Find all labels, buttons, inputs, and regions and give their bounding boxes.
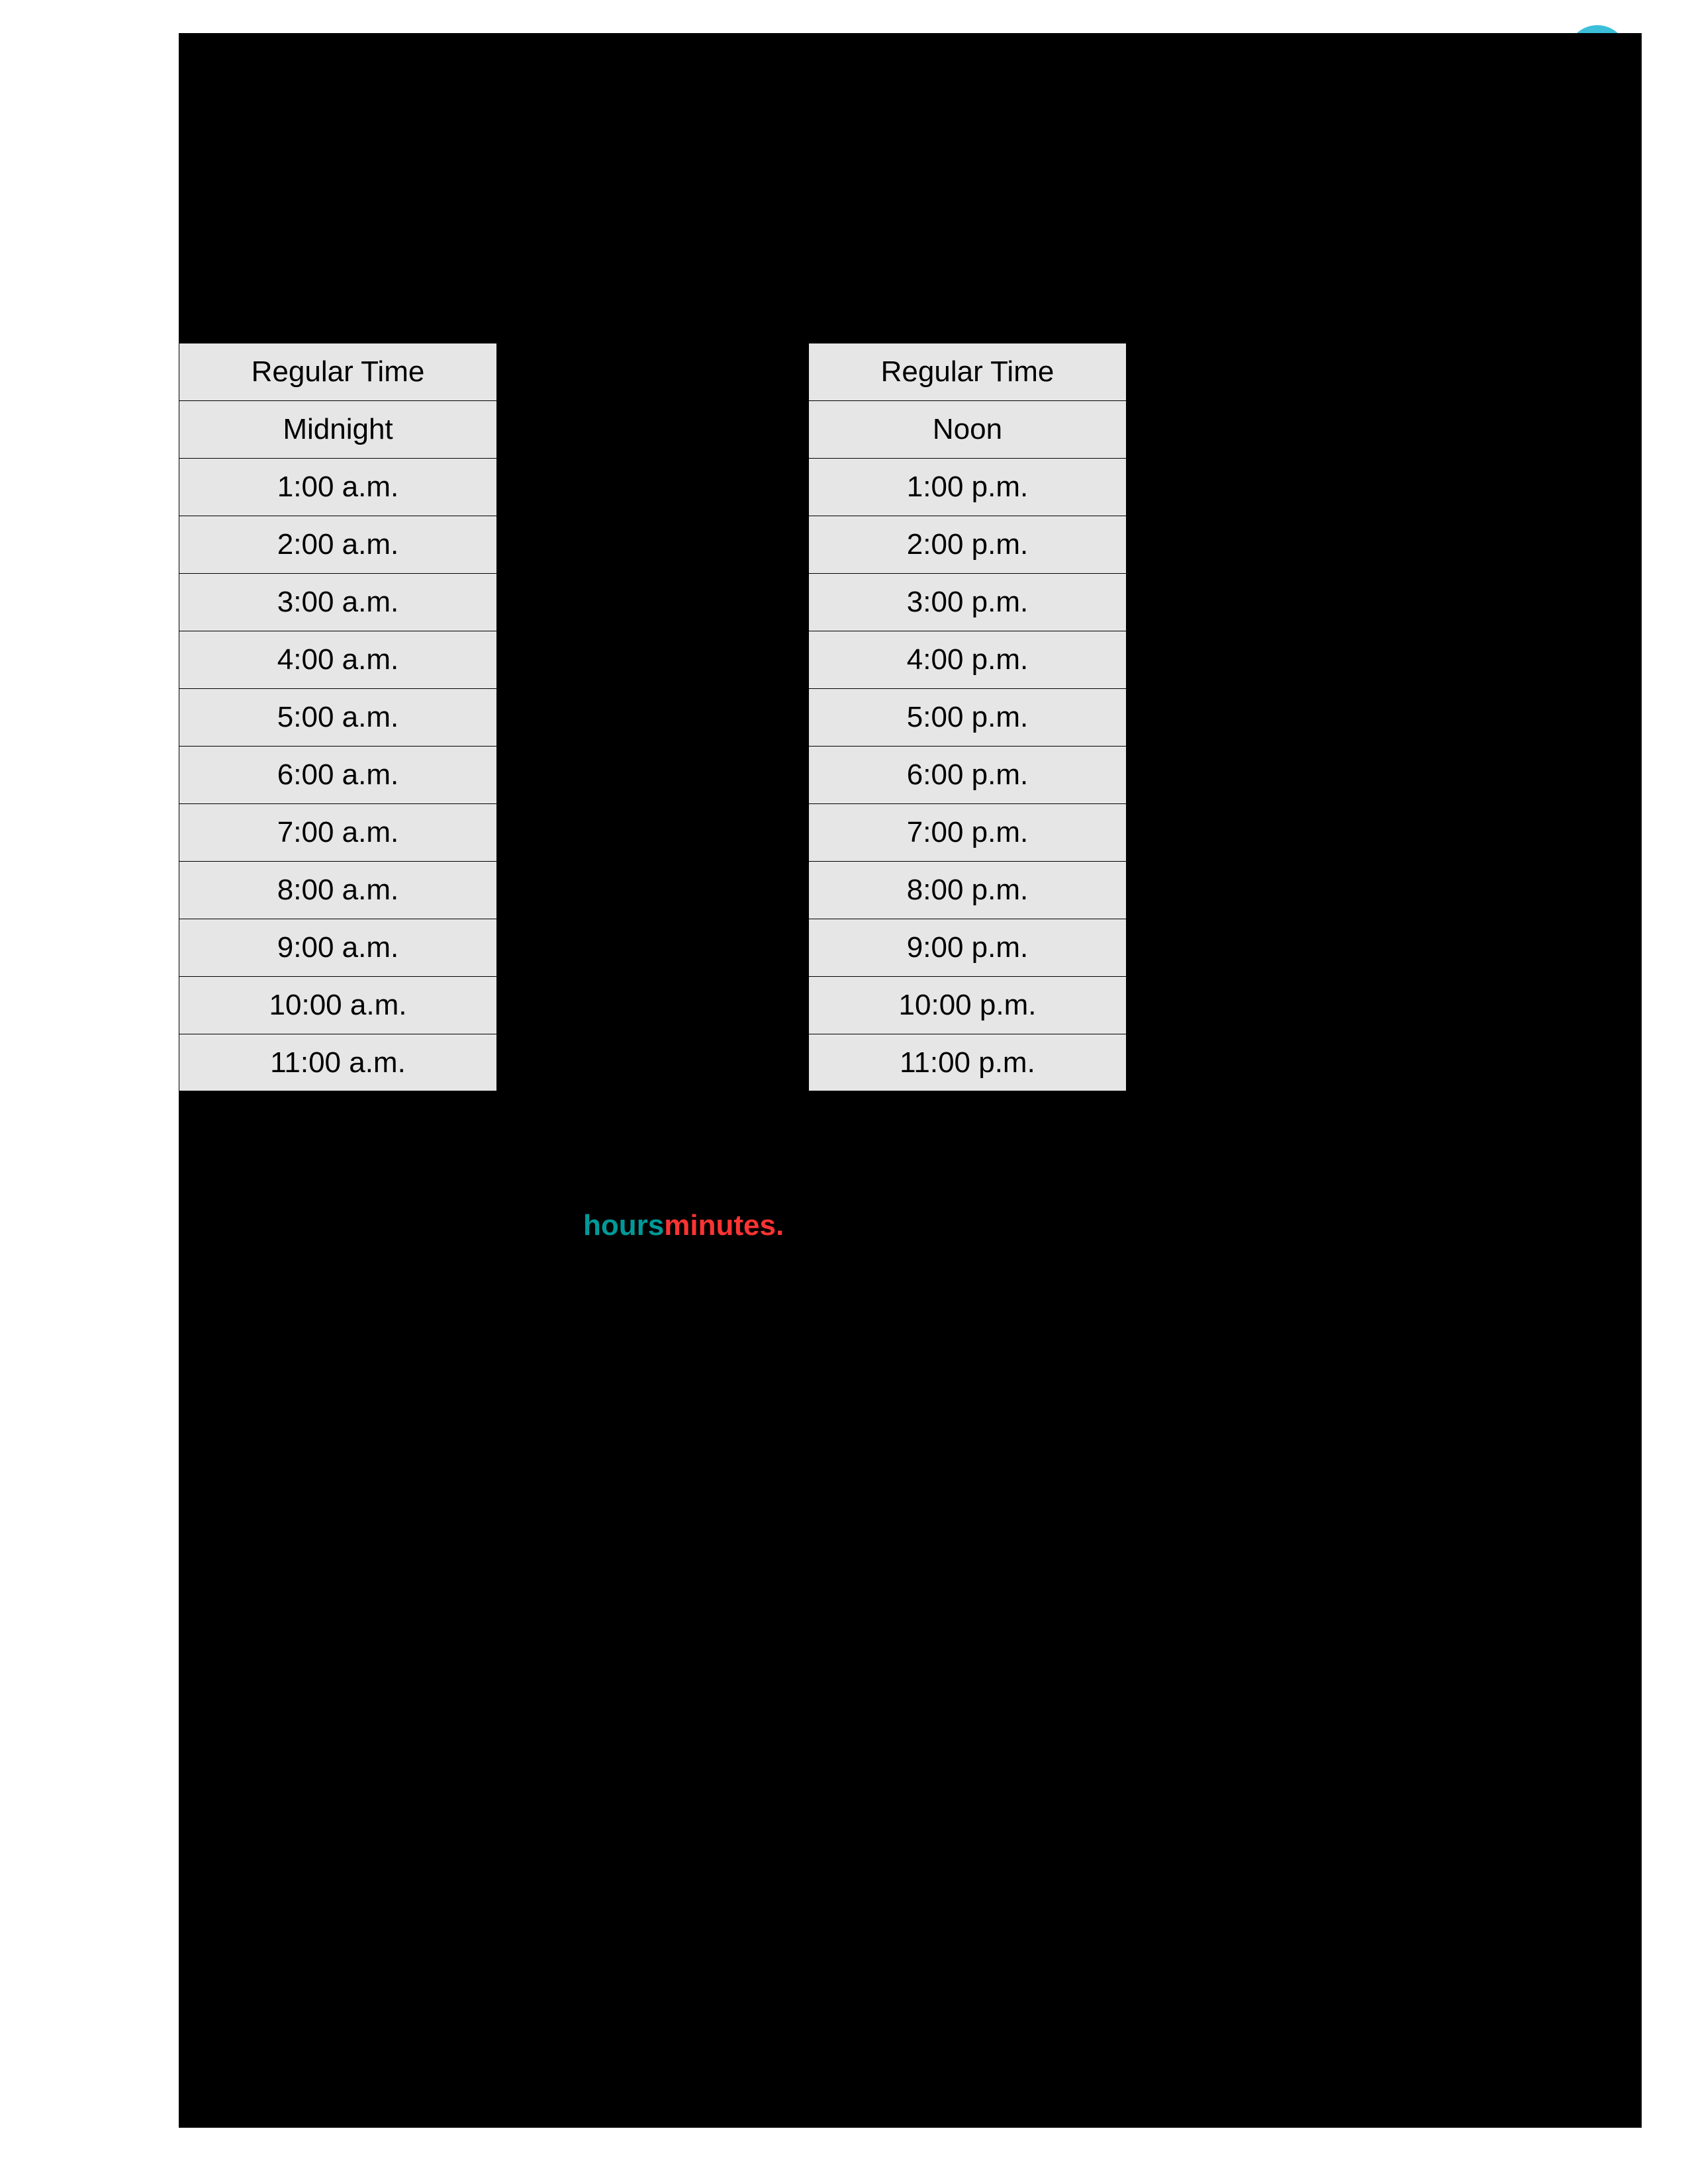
content-black-block: Regular Time Midnight 1:00 a.m. 2:00 a.m… (179, 33, 1642, 2128)
page: AllBusiness Templates Regular Time Midni… (0, 0, 1688, 2184)
table-header: Regular Time (179, 343, 497, 400)
table-row: 11:00 a.m. (179, 1034, 497, 1091)
table-row: 10:00 a.m. (179, 976, 497, 1034)
table-row: 3:00 a.m. (179, 573, 497, 631)
table-row: 7:00 p.m. (808, 803, 1127, 861)
table-row: 9:00 a.m. (179, 919, 497, 976)
table-row: 6:00 p.m. (808, 746, 1127, 803)
tables-row: Regular Time Midnight 1:00 a.m. 2:00 a.m… (179, 343, 1127, 1091)
table-row: 3:00 p.m. (808, 573, 1127, 631)
table-row: Noon (808, 400, 1127, 458)
table-row: 2:00 p.m. (808, 516, 1127, 573)
table-row: 5:00 a.m. (179, 688, 497, 746)
table-row: 6:00 a.m. (179, 746, 497, 803)
table-row: Midnight (179, 400, 497, 458)
table-row: 8:00 p.m. (808, 861, 1127, 919)
table-row: 1:00 p.m. (808, 458, 1127, 516)
table-row: 2:00 a.m. (179, 516, 497, 573)
hours-label: hours (583, 1209, 664, 1242)
time-table-left: Regular Time Midnight 1:00 a.m. 2:00 a.m… (179, 343, 497, 1091)
table-row: 7:00 a.m. (179, 803, 497, 861)
table-row: 9:00 p.m. (808, 919, 1127, 976)
minutes-dot: . (776, 1209, 784, 1242)
table-row: 4:00 a.m. (179, 631, 497, 688)
table-row: 10:00 p.m. (808, 976, 1127, 1034)
table-row: 4:00 p.m. (808, 631, 1127, 688)
table-row: 11:00 p.m. (808, 1034, 1127, 1091)
table-row: 8:00 a.m. (179, 861, 497, 919)
table-row: 1:00 a.m. (179, 458, 497, 516)
table-header: Regular Time (808, 343, 1127, 400)
minutes-label: minutes (664, 1209, 776, 1242)
table-row: 5:00 p.m. (808, 688, 1127, 746)
hours-minutes-legend: hoursminutes. (583, 1209, 784, 1242)
time-table-right: Regular Time Noon 1:00 p.m. 2:00 p.m. 3:… (808, 343, 1127, 1091)
